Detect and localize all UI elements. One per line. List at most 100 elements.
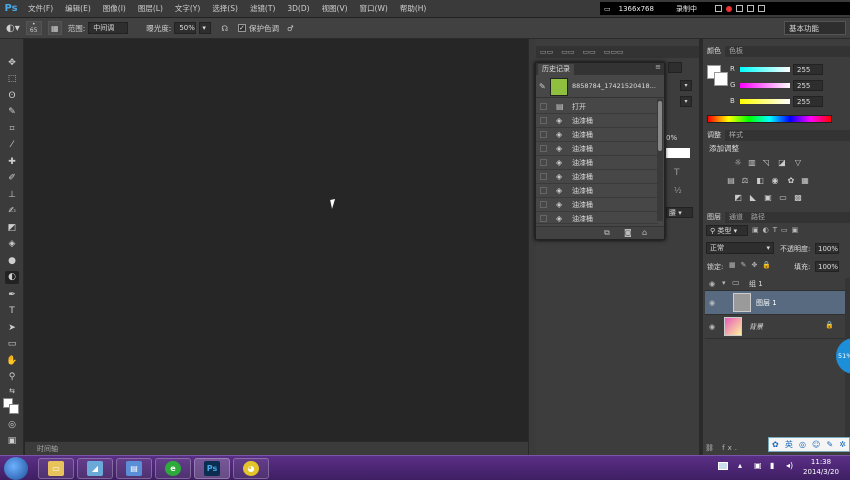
history-state[interactable]: ◈ 油漆桶 (536, 170, 658, 184)
recorder-close-icon[interactable] (757, 5, 765, 12)
green-value-input[interactable]: 255 (793, 80, 823, 91)
ime-lang-toggle[interactable]: 英 (785, 439, 793, 450)
mid-tab-2[interactable]: ▭▭ (557, 46, 578, 58)
taskbar-app-6[interactable]: ◕ (233, 458, 269, 479)
color-balance-icon[interactable]: ⚖ (740, 176, 750, 186)
brush-panel-toggle-icon[interactable]: ▦ (47, 21, 62, 35)
history-panel-tab[interactable]: 历史记录 (538, 64, 574, 75)
menu-view[interactable]: 视图(V) (316, 0, 354, 18)
invert-icon[interactable]: ◩ (733, 193, 743, 203)
mid-dropdown-1[interactable]: ▾ (680, 80, 692, 91)
network-icon[interactable]: ▮ (770, 461, 774, 470)
color-panel-background-swatch[interactable] (714, 72, 728, 86)
tab-channels[interactable]: 通道 (725, 212, 747, 223)
exposure-dropdown[interactable]: ▾ (199, 22, 212, 34)
exposure-input[interactable]: 50% (174, 22, 197, 34)
eyedropper-tool-icon[interactable]: ⁄ (5, 139, 19, 152)
exposure-icon[interactable]: ◪ (777, 158, 787, 168)
history-brush-source-box[interactable] (540, 131, 547, 138)
pen-tool-icon[interactable]: ✒ (5, 289, 19, 302)
mid-white-swatch[interactable] (666, 148, 690, 158)
mid-select-1[interactable] (668, 62, 682, 73)
history-brush-source-box[interactable] (540, 145, 547, 152)
history-brush-tool-icon[interactable]: ✍ (5, 205, 19, 218)
path-selection-tool-icon[interactable]: ➤ (5, 322, 19, 335)
photo-filter-icon[interactable]: ◉ (770, 176, 780, 186)
history-state[interactable]: ◈ 油漆桶 (536, 128, 658, 142)
threshold-icon[interactable]: ▣ (763, 193, 773, 203)
show-hidden-icons-chevron[interactable]: ▴ (738, 461, 742, 470)
black-white-icon[interactable]: ◧ (755, 176, 765, 186)
type-tool-icon[interactable]: T (5, 305, 19, 318)
posterize-icon[interactable]: ◣ (748, 193, 758, 203)
swap-colors-icon[interactable]: ⇆ (5, 385, 19, 398)
shape-tool-icon[interactable]: ▭ (5, 338, 19, 351)
visibility-eye-icon[interactable]: ◉ (709, 280, 715, 288)
fill-input[interactable]: 100% (815, 261, 839, 272)
history-brush-source-box[interactable] (540, 117, 547, 124)
layer-filter-icons[interactable]: ▣◐T▭▣ (752, 226, 802, 234)
brightness-icon[interactable]: ☼ (733, 158, 743, 168)
visibility-eye-icon[interactable]: ◉ (709, 323, 715, 331)
gradient-map-icon[interactable]: ▭ (778, 193, 788, 203)
hand-tool-icon[interactable]: ✋ (5, 355, 19, 368)
history-state[interactable]: ◈ 油漆桶 (536, 156, 658, 170)
lock-options-icons[interactable]: ▦✎✥🔒 (729, 261, 776, 269)
tab-color[interactable]: 颜色 (703, 46, 725, 57)
history-state[interactable]: ◈ 油漆桶 (536, 212, 658, 224)
opacity-input[interactable]: 100% (815, 243, 839, 254)
volume-icon[interactable]: ◂) (786, 461, 793, 470)
group-expand-icon[interactable]: ▾ (722, 279, 726, 287)
trash-icon[interactable]: ⌂ (642, 228, 647, 237)
tab-layers[interactable]: 图层 (703, 212, 725, 223)
healing-brush-tool-icon[interactable]: ✚ (5, 156, 19, 169)
tray-app-icon[interactable]: ▣ (754, 461, 762, 470)
menu-3d[interactable]: 3D(D) (281, 0, 315, 18)
quick-selection-tool-icon[interactable]: ✎ (5, 106, 19, 119)
taskbar-app-3[interactable]: ▤ (116, 458, 152, 479)
curves-icon[interactable]: ◹ (761, 158, 771, 168)
paint-bucket-tool-icon[interactable]: ◈ (5, 238, 19, 251)
brush-preset-picker[interactable]: • 65 (25, 21, 42, 35)
history-brush-source-box[interactable] (540, 103, 547, 110)
keyboard-tray-icon[interactable] (718, 462, 728, 470)
vibrance-icon[interactable]: ▽ (793, 158, 803, 168)
history-state[interactable]: ◈ 油漆桶 (536, 198, 658, 212)
timeline-panel[interactable]: 时间轴 (25, 441, 528, 455)
tablet-pressure-icon[interactable]: ♂ (287, 24, 294, 33)
menu-type[interactable]: 文字(Y) (169, 0, 206, 18)
history-state[interactable]: ◈ 油漆桶 (536, 142, 658, 156)
history-state[interactable]: ◈ 油漆桶 (536, 114, 658, 128)
recorder-stop-icon[interactable] (735, 5, 743, 12)
new-document-from-state-icon[interactable]: ⧉ (604, 228, 610, 238)
history-state-open[interactable]: ▤ 打开 (536, 100, 658, 114)
menu-help[interactable]: 帮助(H) (394, 0, 433, 18)
red-value-input[interactable]: 255 (793, 64, 823, 75)
eraser-tool-icon[interactable]: ◩ (5, 222, 19, 235)
menu-file[interactable]: 文件(F) (22, 0, 59, 18)
history-brush-source-box[interactable] (540, 215, 547, 222)
layer-row-background[interactable]: ◉ 背景 🔒 (705, 315, 845, 339)
ime-pen-icon[interactable]: ✎ (826, 440, 833, 449)
dodge-tool-icon[interactable]: ◐ (5, 271, 19, 284)
hue-saturation-icon[interactable]: ▤ (726, 176, 736, 186)
dodge-tool-preset-icon[interactable]: ◐▾ (6, 23, 20, 34)
ime-settings-icon[interactable]: ✲ (839, 440, 846, 449)
selective-color-icon[interactable]: ▩ (793, 193, 803, 203)
ime-emoji-icon[interactable]: ☺ (812, 440, 820, 449)
marquee-tool-icon[interactable]: ⬚ (5, 73, 19, 86)
tab-paths[interactable]: 路径 (747, 212, 769, 223)
document-canvas-area[interactable] (25, 39, 528, 441)
taskbar-explorer[interactable]: ▭ (38, 458, 74, 479)
history-snapshot[interactable]: ✎ 8858784_17421520418... (536, 76, 664, 98)
taskbar-browser[interactable]: e (155, 458, 191, 479)
taskbar-photoshop[interactable]: Ps (194, 458, 230, 479)
visibility-eye-icon[interactable]: ◉ (709, 299, 715, 307)
layer-row-group[interactable]: ◉ ▾ ▭ 组 1 (705, 277, 845, 291)
blue-value-input[interactable]: 255 (793, 96, 823, 107)
red-slider[interactable] (740, 67, 790, 72)
move-tool-icon[interactable]: ✥ (5, 57, 19, 70)
panel-menu-icon[interactable]: ≡ (655, 63, 661, 71)
history-scrollbar-thumb[interactable] (658, 101, 662, 151)
tab-styles[interactable]: 样式 (725, 130, 747, 141)
